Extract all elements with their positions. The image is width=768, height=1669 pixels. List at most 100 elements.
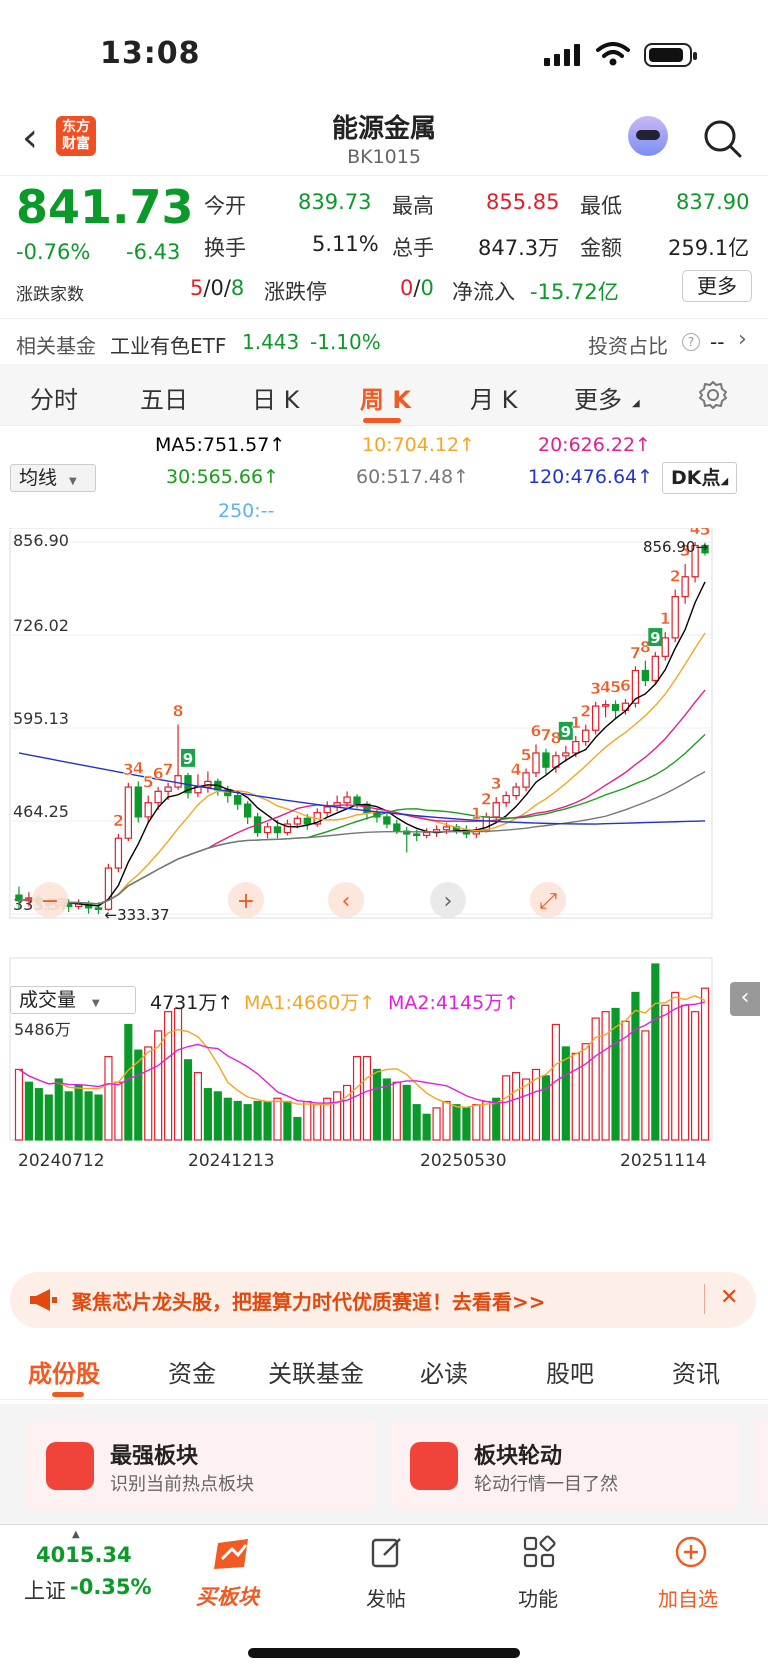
candle-body <box>572 740 580 754</box>
ma20-value: 20:626.22↑ <box>538 434 651 456</box>
next-icon[interactable]: › <box>444 889 453 914</box>
volume-value: 847.3万 <box>478 236 560 260</box>
x-tick-label: 20240712 <box>18 1151 105 1171</box>
kline-chart[interactable]: 856.90726.02595.13464.25333.372345678912… <box>0 519 768 1258</box>
zoom-in-icon[interactable]: + <box>237 889 255 914</box>
x-tick-label: 20250530 <box>420 1151 507 1171</box>
tab-forum[interactable]: 股吧 <box>546 1354 594 1389</box>
dk-label: DK点 <box>671 467 721 489</box>
buy-sector-button[interactable]: 买板块 <box>196 1581 259 1611</box>
volume-bar <box>581 1043 590 1141</box>
expand-up-icon[interactable]: ▲ <box>72 1529 80 1540</box>
tab-related-funds[interactable]: 关联基金 <box>268 1354 364 1389</box>
volume-bar <box>283 1100 292 1141</box>
candle-body <box>303 817 311 825</box>
active-tab-indicator <box>363 418 401 423</box>
limit-label: 涨跌停 <box>264 280 327 304</box>
volume-bar <box>442 1100 451 1141</box>
td-mark: 7 <box>163 760 174 779</box>
add-watchlist-button[interactable]: 加自选 <box>658 1583 718 1612</box>
minus-icon[interactable]: − <box>41 889 59 914</box>
volume-selector-label: 成交量 <box>19 989 77 1011</box>
ratio-value: -- <box>710 330 725 354</box>
kline-svg[interactable]: 856.90726.02595.13464.25333.372345678912… <box>0 519 768 1258</box>
function-grid-icon[interactable] <box>522 1535 556 1569</box>
tab-monthly-k[interactable]: 月 K <box>470 380 517 415</box>
up-count: 5 <box>190 276 204 300</box>
limit-up-count: 0 <box>400 276 414 300</box>
buy-sector-icon[interactable] <box>210 1533 258 1573</box>
more-button[interactable]: 更多 <box>682 270 752 302</box>
card-subtitle: 轮动行情一目了然 <box>474 1474 618 1495</box>
related-fund-row[interactable]: 相关基金 工业有色ETF 1.443 -1.10% 投资占比 ? -- › <box>0 318 768 362</box>
candle-body <box>174 775 182 788</box>
down-count: 8 <box>230 276 245 300</box>
card-strongest-sector[interactable]: 最强板块 识别当前热点板块 <box>26 1420 376 1510</box>
candle-body <box>114 837 123 869</box>
dk-caret-icon: ◢ <box>720 476 729 487</box>
candle-body <box>343 796 351 804</box>
assistant-robot-icon[interactable] <box>628 116 668 156</box>
ma5-value: MA5:751.57↑ <box>155 434 286 456</box>
card-sector-rotation[interactable]: 板块轮动 轮动行情一目了然 <box>390 1420 740 1510</box>
candle-body <box>273 826 282 834</box>
volume-label: 总手 <box>392 236 434 260</box>
volume-bar <box>183 1059 193 1141</box>
tab-five-day[interactable]: 五日 <box>140 380 188 415</box>
low-value: 837.90 <box>676 190 750 214</box>
candle-body <box>671 596 679 639</box>
dk-point-selector[interactable]: DK点◢ <box>662 462 738 494</box>
volume-bar <box>303 1100 312 1141</box>
td-mark: 6 <box>620 676 631 695</box>
volume-bar <box>651 963 660 1141</box>
settings-gear-icon[interactable] <box>698 380 728 410</box>
add-watchlist-icon[interactable] <box>674 1535 708 1569</box>
ma-selector[interactable]: 均线 ▼ <box>10 464 96 492</box>
search-icon[interactable] <box>702 116 742 160</box>
limit-down-count: 0 <box>420 276 434 300</box>
tab-must-read[interactable]: 必读 <box>420 1354 468 1389</box>
volume-bar <box>392 1081 401 1141</box>
close-icon[interactable]: ✕ <box>720 1285 738 1310</box>
volume-selector[interactable]: 成交量 ▼ <box>10 986 136 1014</box>
tab-constituents[interactable]: 成份股 <box>28 1354 100 1389</box>
candle-body <box>134 786 142 818</box>
candle-body <box>582 729 590 743</box>
volume-bar <box>681 1004 690 1141</box>
tab-news[interactable]: 资讯 <box>672 1354 720 1389</box>
tab-funds[interactable]: 资金 <box>168 1354 216 1389</box>
volume-bar <box>243 1104 252 1141</box>
promo-banner[interactable]: 聚焦芯片龙头股，把握算力时代优质赛道！去看看>> ✕ <box>10 1272 756 1328</box>
help-icon[interactable]: ? <box>682 333 700 351</box>
promo-text[interactable]: 聚焦芯片龙头股，把握算力时代优质赛道！去看看>> <box>72 1286 546 1315</box>
fund-pct: -1.10% <box>310 330 381 354</box>
post-edit-icon[interactable] <box>370 1535 404 1569</box>
volume-bar <box>492 1097 501 1141</box>
candle-body <box>512 786 520 797</box>
tab-weekly-k[interactable]: 周 K <box>360 380 411 415</box>
volume-bar <box>571 1052 580 1141</box>
index-value[interactable]: 4015.34 <box>36 1543 132 1567</box>
index-name[interactable]: 上证 <box>24 1575 66 1605</box>
tab-daily-k[interactable]: 日 K <box>252 380 299 415</box>
dropdown-arrow-icon: ▼ <box>92 998 100 1009</box>
candle-body <box>234 794 242 805</box>
candle-body <box>651 655 659 682</box>
post-button[interactable]: 发帖 <box>366 1583 406 1612</box>
prev-icon[interactable]: ‹ <box>342 889 351 914</box>
tab-intraday[interactable]: 分时 <box>30 380 78 415</box>
collapse-left-icon[interactable]: ‹ <box>730 982 760 1016</box>
td-mark: 3 <box>491 774 502 793</box>
volume-bar <box>114 1081 123 1141</box>
promo-divider <box>704 1284 705 1314</box>
index-pct[interactable]: -0.35% <box>70 1575 152 1599</box>
sep: / <box>223 276 231 300</box>
function-button[interactable]: 功能 <box>518 1583 558 1612</box>
fullscreen-icon[interactable]: ⤢ <box>539 889 557 914</box>
fund-name: 工业有色ETF <box>110 334 227 358</box>
low-marker: ←333.37 <box>105 906 170 924</box>
td-mark: 9 <box>650 629 660 647</box>
tab-more[interactable]: 更多 <box>574 380 622 415</box>
signal-icon <box>544 44 580 66</box>
volume-bar <box>54 1078 63 1141</box>
